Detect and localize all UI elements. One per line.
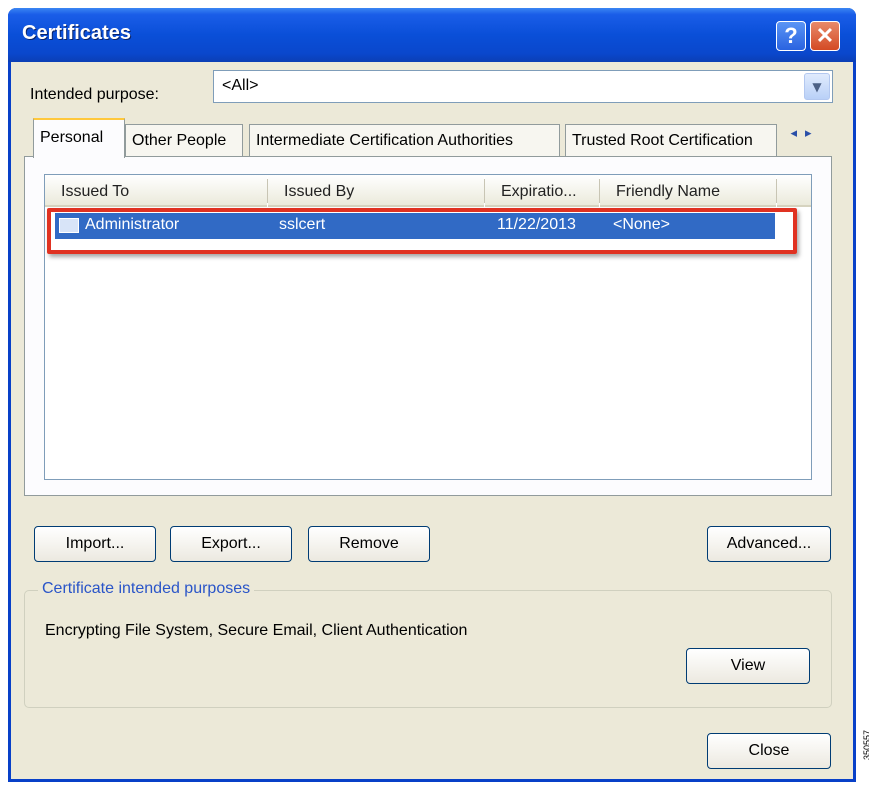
close-window-button[interactable]: ✕	[810, 21, 840, 51]
close-button[interactable]: Close	[707, 733, 831, 769]
dialog-title: Certificates	[22, 22, 131, 44]
tab-scroll-left-icon[interactable]: ◂	[790, 126, 805, 141]
tab-trusted-root[interactable]: Trusted Root Certification	[565, 124, 777, 157]
tab-other-people[interactable]: Other People	[125, 124, 243, 157]
column-header-expiration[interactable]: Expiratio...	[485, 175, 599, 207]
title-bar[interactable]: Certificates ? ✕	[8, 8, 856, 62]
intended-purpose-value: <All>	[222, 77, 259, 94]
intended-purposes-text: Encrypting File System, Secure Email, Cl…	[45, 622, 468, 639]
column-header-issued-by[interactable]: Issued By	[268, 175, 484, 207]
remove-button[interactable]: Remove	[308, 526, 430, 562]
red-highlight-box	[47, 208, 797, 254]
tab-intermediate-ca[interactable]: Intermediate Certification Authorities	[249, 124, 560, 157]
figure-id-watermark: 350557	[862, 729, 869, 760]
tab-scroll-right-icon[interactable]: ▸	[805, 126, 820, 141]
column-header-friendly-name[interactable]: Friendly Name	[600, 175, 776, 207]
export-button[interactable]: Export...	[170, 526, 292, 562]
view-button[interactable]: View	[686, 648, 810, 684]
intended-purpose-label: Intended purpose:	[30, 86, 159, 103]
import-button[interactable]: Import...	[34, 526, 156, 562]
help-button[interactable]: ?	[776, 21, 806, 51]
tab-scroll-buttons[interactable]: ◂▸	[780, 126, 830, 150]
intended-purpose-select[interactable]: <All> ▼	[213, 70, 833, 103]
tab-personal[interactable]: Personal	[33, 118, 125, 158]
column-header-filler	[777, 175, 811, 207]
advanced-button[interactable]: Advanced...	[707, 526, 831, 562]
column-header-issued-to[interactable]: Issued To	[45, 175, 267, 207]
chevron-down-icon[interactable]: ▼	[804, 73, 830, 100]
intended-purposes-title: Certificate intended purposes	[38, 580, 255, 598]
